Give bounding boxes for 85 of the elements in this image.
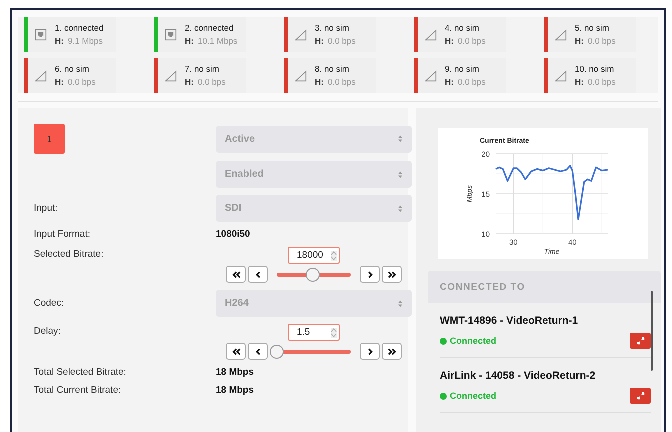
disconnect-button[interactable]	[630, 388, 651, 404]
panel-title: CONNECTED TO	[440, 282, 526, 292]
modem-rate-label: H:	[315, 77, 324, 87]
delay-label: Delay:	[34, 326, 62, 337]
modem-rate-label: H:	[575, 77, 584, 87]
ethernet-port-icon	[35, 28, 47, 40]
modem-rate: 0.0 bps	[328, 36, 356, 46]
chevron-left-icon	[254, 348, 262, 356]
signal-icon	[425, 70, 437, 82]
double-chevron-right-icon	[388, 348, 396, 356]
chevron-right-icon	[366, 348, 374, 356]
modem-rate: 0.0 bps	[588, 77, 616, 87]
destination-name: WMT-14896 - VideoReturn-1	[440, 315, 580, 327]
modem-rate-label: H:	[445, 77, 454, 87]
selected-bitrate-label: Selected Bitrate:	[34, 249, 105, 260]
modem-rate-label: H:	[185, 77, 194, 87]
modem-rate-label: H:	[185, 36, 194, 46]
fast-back-button[interactable]	[226, 266, 246, 283]
signal-icon	[555, 70, 567, 82]
codec-label: Codec:	[34, 298, 66, 309]
modem-label: 4. no sim	[445, 23, 480, 33]
fast-forward-button[interactable]	[382, 266, 402, 283]
total-current-label: Total Current Bitrate:	[34, 385, 122, 396]
connection-status: Connected	[440, 336, 497, 346]
bitrate-input[interactable]: 18000	[288, 247, 340, 264]
input-format-label: Input Format:	[34, 229, 92, 240]
double-chevron-left-icon	[232, 348, 240, 356]
connection-status: Connected	[440, 391, 497, 401]
modem-rate-label: H:	[55, 36, 64, 46]
modem-rate: 10.1 Mbps	[198, 36, 238, 46]
modem-label: 2. connected	[185, 23, 235, 33]
modem-rate: 0.0 bps	[588, 36, 616, 46]
up-down-arrows-icon	[398, 135, 403, 143]
slider-thumb[interactable]	[270, 344, 284, 358]
slider-thumb[interactable]	[306, 268, 320, 282]
signal-icon	[425, 28, 437, 40]
modem-label: 3. no sim	[315, 23, 350, 33]
modem-label: 9. no sim	[445, 64, 480, 74]
modem-rate: 0.0 bps	[458, 36, 486, 46]
signal-icon	[295, 70, 307, 82]
total-selected-value: 18 Mbps	[216, 367, 256, 378]
total-selected-label: Total Selected Bitrate:	[34, 367, 128, 378]
up-down-arrows-icon	[398, 170, 403, 178]
modem-rate-label: H:	[575, 36, 584, 46]
encoder-badge[interactable]: 1	[34, 124, 65, 154]
forward-button[interactable]	[360, 343, 380, 360]
double-chevron-right-icon	[388, 270, 396, 278]
signal-icon	[555, 28, 567, 40]
up-down-arrows-icon	[398, 204, 403, 212]
fast-back-button[interactable]	[226, 343, 246, 360]
delay-input[interactable]: 1.5	[288, 324, 340, 341]
destination-name: AirLink - 14058 - VideoReturn-2	[440, 370, 597, 382]
total-current-value: 18 Mbps	[216, 385, 256, 396]
fast-forward-button[interactable]	[382, 343, 402, 360]
back-button[interactable]	[248, 343, 268, 360]
forward-button[interactable]	[360, 266, 380, 283]
modem-label: 5. no sim	[575, 23, 610, 33]
modem-rate-label: H:	[55, 77, 64, 87]
input-format-value: 1080i50	[216, 229, 252, 240]
modem-rate-label: H:	[445, 36, 454, 46]
up-down-arrows-icon	[398, 300, 403, 308]
expand-arrows-icon	[636, 392, 644, 400]
modem-rate: 0.0 bps	[198, 77, 226, 87]
modem-rate: 0.0 bps	[328, 77, 356, 87]
chevron-left-icon	[254, 270, 262, 278]
ethernet-port-icon	[165, 28, 177, 40]
input-label: Input:	[34, 203, 59, 214]
modem-rate: 0.0 bps	[458, 77, 486, 87]
modem-label: 7. no sim	[185, 64, 220, 74]
modem-label: 1. connected	[55, 23, 104, 33]
chevron-right-icon	[366, 270, 374, 278]
double-chevron-left-icon	[232, 270, 240, 278]
modem-rate: 0.0 bps	[68, 77, 96, 87]
modem-label: 6. no sim	[55, 64, 90, 74]
modem-label: 8. no sim	[315, 64, 350, 74]
disconnect-button[interactable]	[630, 333, 651, 349]
expand-arrows-icon	[636, 337, 644, 345]
signal-icon	[35, 70, 47, 82]
signal-icon	[165, 70, 177, 82]
modem-rate: 9.1 Mbps	[68, 36, 103, 46]
modem-rate-label: H:	[315, 36, 324, 46]
modem-label: 10. no sim	[575, 64, 616, 74]
back-button[interactable]	[248, 266, 268, 283]
scrollbar[interactable]	[651, 291, 653, 371]
signal-icon	[295, 28, 307, 40]
